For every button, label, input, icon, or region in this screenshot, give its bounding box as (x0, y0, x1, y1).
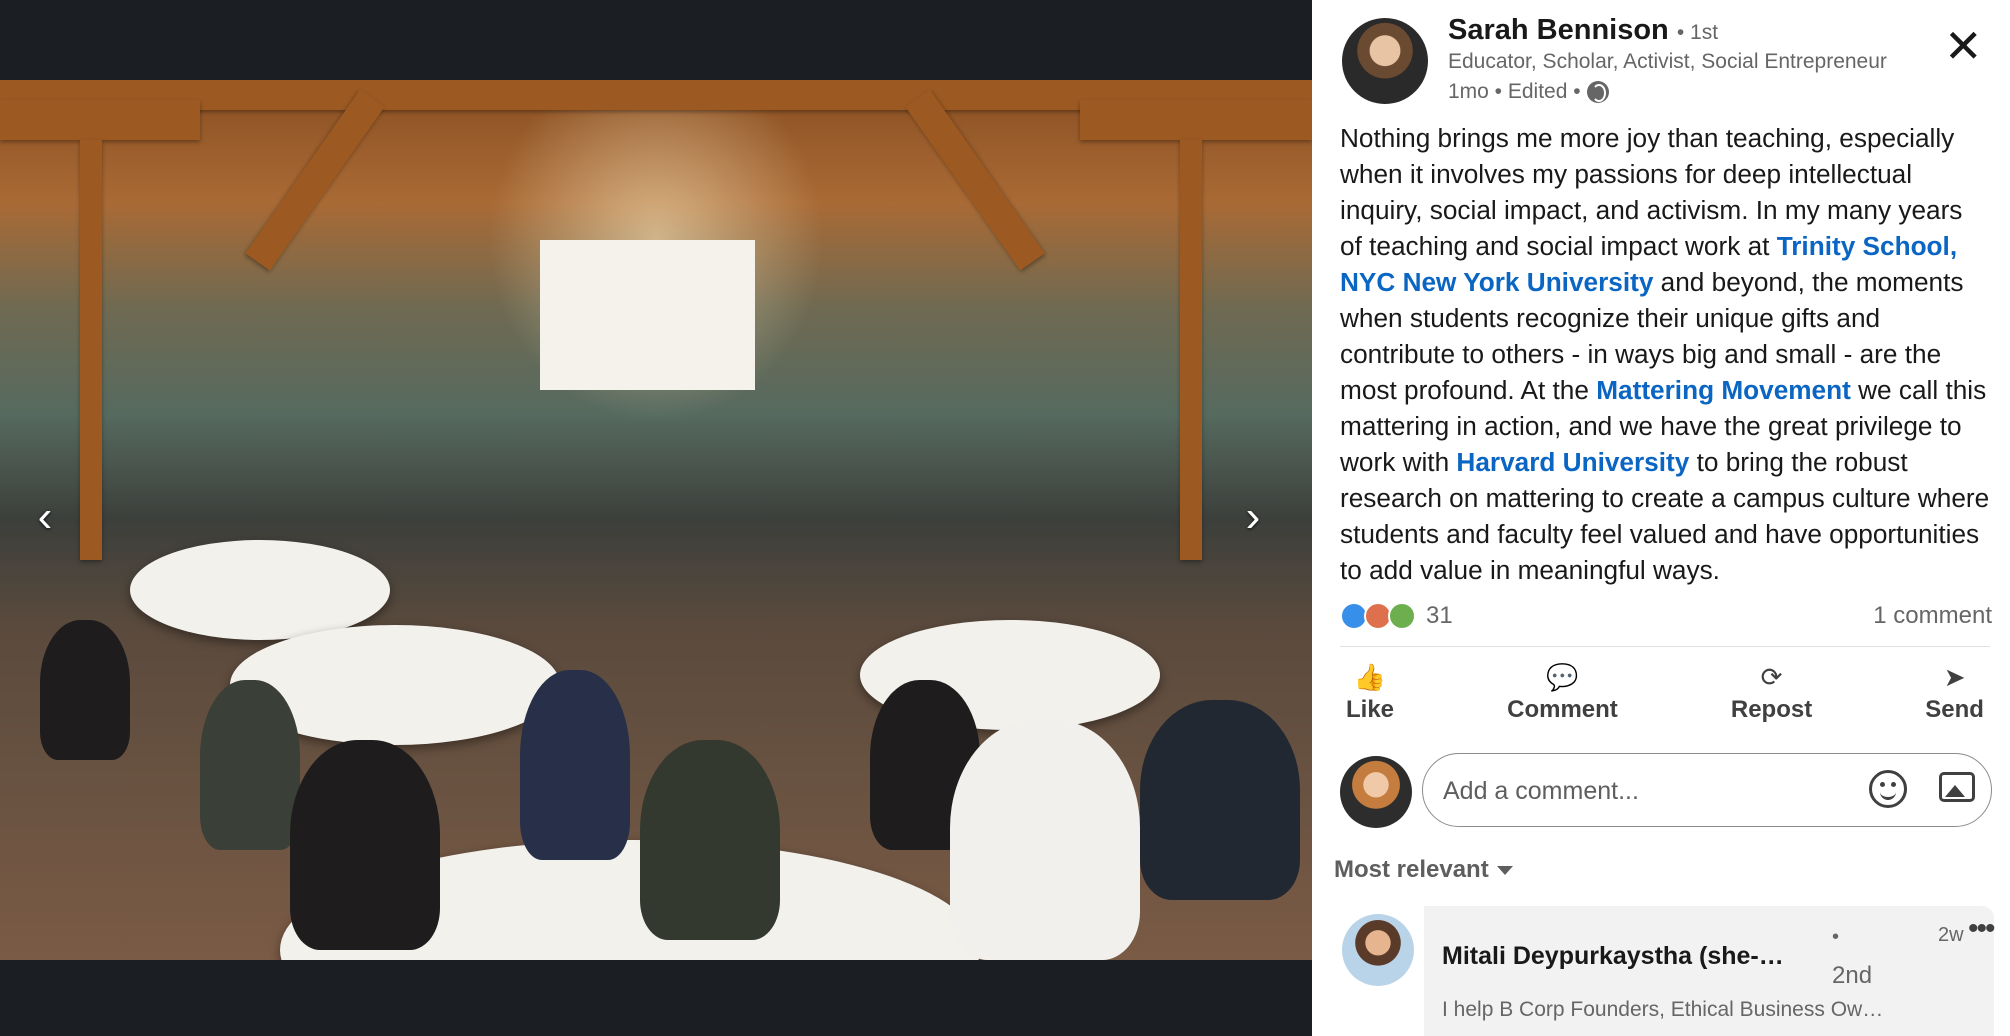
repost-button[interactable]: ⟳ Repost (1715, 656, 1828, 730)
mention-harvard-university[interactable]: Harvard University (1456, 447, 1689, 477)
commenter-name[interactable]: Mitali Deypurkaystha (she-… (1442, 942, 1784, 971)
paper-plane-icon: ➤ (1943, 662, 1966, 692)
repost-label: Repost (1730, 696, 1813, 723)
commenter-separator: • (1832, 926, 1840, 948)
speech-bubble-icon: 💬 (1546, 662, 1579, 692)
commenter-degree: 2nd (1832, 962, 1873, 989)
current-user-avatar (1340, 756, 1412, 828)
commenter-headline: I help B Corp Founders, Ethical Business… (1442, 998, 1892, 1021)
send-label: Send (1925, 696, 1984, 723)
comment-count-link[interactable]: 1 comment (1873, 602, 1992, 630)
comment-button[interactable]: 💬 Comment (1491, 656, 1634, 730)
photo-viewer: ‹ › (0, 0, 1312, 1036)
close-button[interactable]: ✕ (1944, 23, 1983, 69)
mention-mattering-movement[interactable]: Mattering Movement (1596, 375, 1851, 405)
comment-sort-dropdown[interactable]: Most relevant (1334, 856, 1513, 884)
comment-item: Mitali Deypurkaystha (she-… • 2nd 2w •••… (1424, 906, 1995, 1036)
commenter-avatar[interactable] (1342, 914, 1414, 986)
sort-label: Most relevant (1334, 856, 1489, 883)
next-image-button[interactable]: › (1230, 490, 1276, 544)
author-avatar[interactable] (1342, 18, 1428, 104)
previous-image-button[interactable]: ‹ (22, 490, 68, 544)
like-button[interactable]: 👍 Like (1330, 656, 1410, 730)
post-timestamp: 1mo • Edited • (1448, 80, 1581, 103)
post-body: Nothing brings me more joy than teaching… (1340, 120, 1990, 588)
social-actions-bar: 👍 Like 💬 Comment ⟳ Repost ➤ Send (1330, 656, 2000, 730)
emoji-icon[interactable] (1869, 770, 1907, 808)
author-headline: Educator, Scholar, Activist, Social Entr… (1448, 50, 1887, 73)
add-image-icon[interactable] (1939, 772, 1975, 802)
chevron-left-icon: ‹ (37, 492, 53, 541)
post-text-sep (1395, 267, 1402, 297)
post-meta: 1mo • Edited • (1448, 80, 1609, 104)
like-label: Like (1346, 696, 1395, 723)
comment-label: Comment (1507, 696, 1618, 723)
globe-icon (1586, 81, 1609, 103)
more-options-icon[interactable]: ••• (1968, 912, 1995, 946)
author-name-row[interactable]: Sarah Bennison • 1st (1448, 14, 1718, 47)
thumbs-up-icon: 👍 (1353, 662, 1387, 692)
comment-composer (1422, 753, 1992, 827)
connection-degree: • 1st (1676, 21, 1719, 44)
reaction-count: 31 (1426, 602, 1453, 629)
close-icon: ✕ (1944, 20, 1983, 72)
divider (1340, 646, 1990, 647)
caret-down-icon (1496, 865, 1513, 875)
chevron-right-icon: › (1245, 492, 1261, 541)
mention-new-york-university[interactable]: New York University (1403, 267, 1654, 297)
post-detail-panel: Sarah Bennison • 1st Educator, Scholar, … (1312, 0, 2010, 1036)
author-name[interactable]: Sarah Bennison (1448, 14, 1669, 46)
comment-input[interactable] (1441, 766, 1845, 816)
reactions-summary[interactable]: 31 (1340, 602, 1453, 630)
repost-icon: ⟳ (1760, 662, 1783, 692)
comment-timestamp: 2w (1938, 924, 1964, 946)
post-photo (0, 80, 1312, 960)
support-reaction-icon (1388, 602, 1416, 630)
send-button[interactable]: ➤ Send (1909, 656, 2000, 730)
